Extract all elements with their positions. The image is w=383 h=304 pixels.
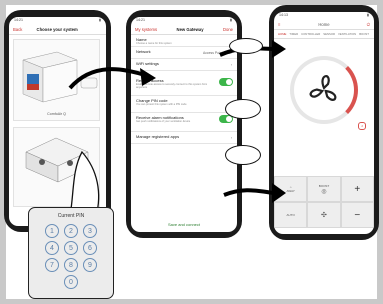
plus-button[interactable]: + (340, 176, 374, 202)
pin-keypad-overlay: Current PIN 1 2 3 4 5 6 7 8 9 0 (28, 207, 114, 299)
boost-button[interactable]: BOOST ◎ (307, 176, 341, 202)
nav-bar: Back Choose your system (9, 24, 106, 35)
page-title: New Gateway (176, 26, 204, 32)
tab-ventilation[interactable]: VENTILATION (338, 32, 356, 36)
back-button[interactable]: Back (13, 27, 22, 32)
page-title: Choose your system (36, 26, 78, 32)
save-and-connect-button[interactable]: Save and connect (151, 222, 217, 227)
settings-row-change-pin[interactable]: Change PIN code You can protect this sys… (131, 96, 237, 113)
remote-access-toggle[interactable] (219, 78, 233, 86)
keypad-title: Current PIN (57, 213, 85, 219)
minus-button[interactable]: − (340, 202, 374, 228)
system-option-label: ComfoAir Q (47, 112, 66, 116)
keypad-key-2[interactable]: 2 (64, 224, 78, 238)
status-time: 14:21 (14, 18, 23, 22)
tab-timer[interactable]: TIMER (289, 32, 298, 36)
keypad-key-3[interactable]: 3 (83, 224, 97, 238)
tab-sensor[interactable]: SENSOR (323, 32, 335, 36)
battery-icon: ▮ (99, 18, 101, 22)
battery-icon: ▮ (230, 18, 232, 22)
settings-row-registered-apps[interactable]: Manage registered apps › (131, 132, 237, 144)
keypad-key-0[interactable]: 0 (64, 275, 78, 289)
callout-done (229, 38, 263, 54)
arrow-icon (68, 67, 156, 90)
minus-label: − (354, 209, 361, 221)
callout-alarm-toggle (225, 145, 261, 165)
status-bar: 14:13 ▮ (274, 12, 374, 19)
power-icon[interactable]: ⏻ (367, 22, 370, 27)
keypad-key-9[interactable]: 9 (83, 258, 97, 272)
nav-bar: ≡ Home ⏻ (274, 19, 374, 30)
keypad-key-7[interactable]: 7 (45, 258, 59, 272)
keypad-grid: 1 2 3 4 5 6 7 8 9 0 (45, 224, 97, 289)
tab-boost[interactable]: BOOST (359, 32, 369, 36)
arrow-icon (223, 183, 286, 203)
row-title: Manage registered apps (136, 134, 180, 139)
fan-speed-badge: 2 (358, 122, 366, 130)
plus-label: + (354, 183, 361, 195)
page-title: Home (318, 21, 330, 27)
tab-bar: HOME TIMER CONTROLLER SENSOR VENTILATION… (274, 30, 374, 39)
status-bar: 14:21 ▮ (9, 17, 106, 24)
status-time: 14:21 (136, 18, 145, 22)
settings-row-alarm-notifications: Receive alarm notifications Get push not… (131, 113, 237, 132)
keypad-key-6[interactable]: 6 (83, 241, 97, 255)
menu-icon[interactable]: ≡ (278, 22, 280, 27)
status-bar: 14:21 ▮ (131, 17, 237, 24)
boost-icon: ◎ (321, 188, 327, 195)
chevron-right-icon: › (230, 136, 232, 140)
keypad-key-5[interactable]: 5 (64, 241, 78, 255)
callout-remote-toggle (225, 99, 261, 119)
mode-button[interactable]: ✣ (307, 202, 341, 228)
done-button[interactable]: Done (223, 27, 233, 32)
tab-controller[interactable]: CONTROLLER (301, 32, 320, 36)
row-subtitle: You can protect this system with a PIN c… (136, 103, 187, 106)
keypad-key-4[interactable]: 4 (45, 241, 59, 255)
keypad-key-8[interactable]: 8 (64, 258, 78, 272)
fan-icon (309, 75, 337, 101)
keypad-key-1[interactable]: 1 (45, 224, 59, 238)
auto-label: AUTO (286, 213, 295, 217)
nav-bar: My systems New Gateway Done (131, 24, 237, 35)
back-button[interactable]: My systems (135, 27, 157, 32)
row-subtitle: Get push notifications of your ventilati… (136, 120, 191, 123)
fan-mode-icon: ✣ (321, 212, 327, 219)
